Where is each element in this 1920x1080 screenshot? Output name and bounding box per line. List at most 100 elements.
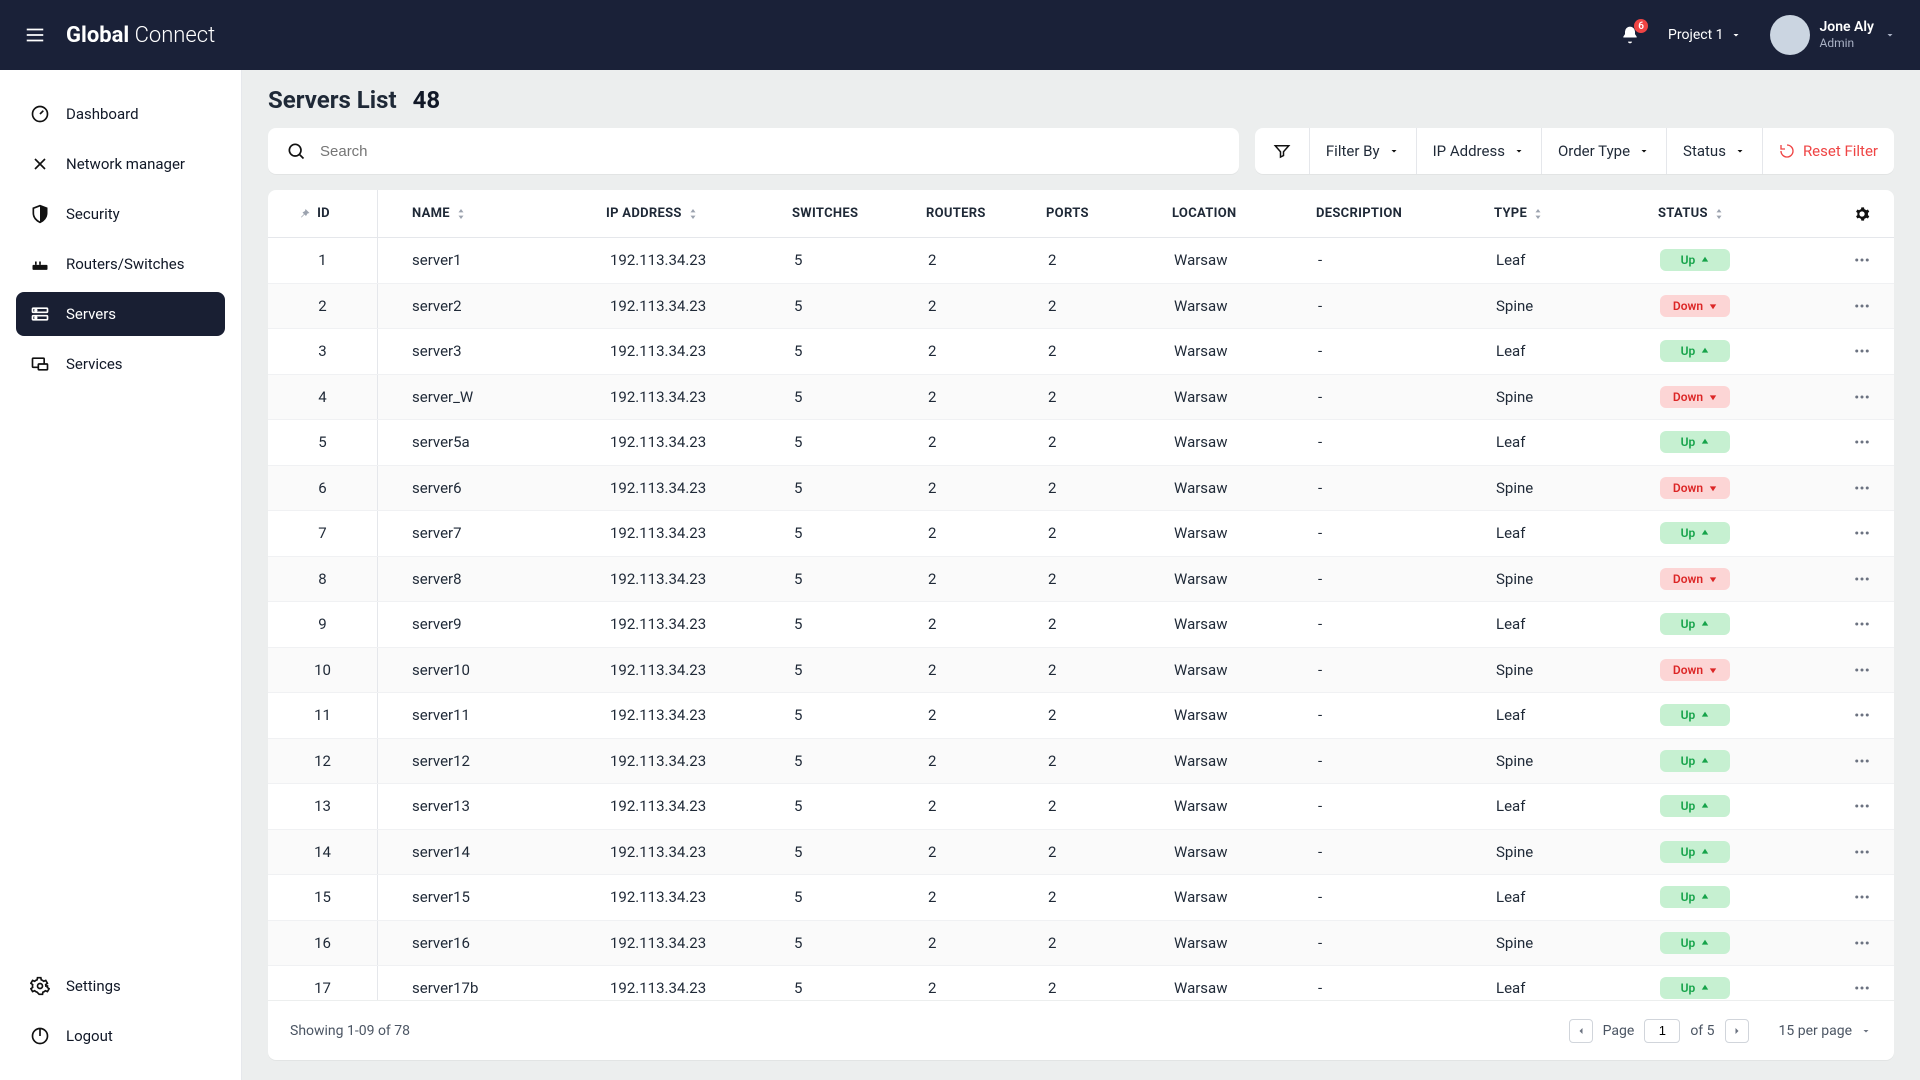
table-row[interactable]: 4server_W192.113.34.23522Warsaw-SpineDow… (268, 375, 1894, 421)
prev-page-button[interactable] (1569, 1019, 1593, 1043)
cell-id: 2 (268, 284, 378, 329)
cell-ports: 2 (1046, 479, 1172, 497)
status-selector[interactable]: Status (1667, 128, 1763, 174)
next-page-button[interactable] (1725, 1019, 1749, 1043)
sidebar-item-logout[interactable]: Logout (16, 1014, 225, 1058)
column-settings[interactable] (1828, 206, 1894, 222)
cell-type: Spine (1494, 570, 1658, 588)
sidebar-item-security[interactable]: Security (16, 192, 225, 236)
cell-location: Warsaw (1172, 888, 1316, 906)
sidebar-item-network-manager[interactable]: Network manager (16, 142, 225, 186)
cell-routers: 2 (926, 661, 1046, 679)
table-row[interactable]: 5server5a192.113.34.23522Warsaw-LeafUp (268, 420, 1894, 466)
table-row[interactable]: 16server16192.113.34.23522Warsaw-SpineUp (268, 921, 1894, 967)
search-box[interactable] (268, 128, 1239, 174)
table-row[interactable]: 9server9192.113.34.23522Warsaw-LeafUp (268, 602, 1894, 648)
column-routers[interactable]: ROUTERS (926, 206, 1046, 221)
table-row[interactable]: 1server1192.113.34.23522Warsaw-LeafUp (268, 238, 1894, 284)
more-icon (1853, 524, 1871, 542)
column-ip[interactable]: IP ADDRESS (606, 206, 792, 221)
row-actions-button[interactable] (1828, 433, 1894, 451)
cell-name: server8 (378, 570, 606, 588)
status-badge: Up (1660, 613, 1730, 635)
row-actions-button[interactable] (1828, 661, 1894, 679)
status-badge: Down (1660, 295, 1730, 317)
table-row[interactable]: 7server7192.113.34.23522Warsaw-LeafUp (268, 511, 1894, 557)
cell-status: Down (1658, 295, 1828, 317)
column-switches[interactable]: SWITCHES (792, 206, 926, 221)
table-row[interactable]: 2server2192.113.34.23522Warsaw-SpineDown (268, 284, 1894, 330)
table-row[interactable]: 11server11192.113.34.23522Warsaw-LeafUp (268, 693, 1894, 739)
cell-description: - (1316, 979, 1494, 997)
row-actions-button[interactable] (1828, 570, 1894, 588)
page-input[interactable] (1644, 1019, 1680, 1043)
row-actions-button[interactable] (1828, 797, 1894, 815)
cell-routers: 2 (926, 843, 1046, 861)
table-row[interactable]: 13server13192.113.34.23522Warsaw-LeafUp (268, 784, 1894, 830)
column-description[interactable]: DESCRIPTION (1316, 206, 1494, 221)
chevron-down-icon (1388, 145, 1400, 157)
hamburger-menu-icon[interactable] (24, 24, 46, 46)
ip-address-selector[interactable]: IP Address (1417, 128, 1542, 174)
row-actions-button[interactable] (1828, 934, 1894, 952)
column-name[interactable]: NAME (378, 206, 606, 221)
cell-routers: 2 (926, 570, 1046, 588)
sidebar-item-dashboard[interactable]: Dashboard (16, 92, 225, 136)
search-input[interactable] (320, 143, 1221, 160)
more-icon (1853, 433, 1871, 451)
row-actions-button[interactable] (1828, 388, 1894, 406)
table-row[interactable]: 15server15192.113.34.23522Warsaw-LeafUp (268, 875, 1894, 921)
row-actions-button[interactable] (1828, 615, 1894, 633)
row-actions-button[interactable] (1828, 706, 1894, 724)
row-actions-button[interactable] (1828, 297, 1894, 315)
filter-by-selector[interactable]: Filter By (1310, 128, 1417, 174)
notifications-button[interactable]: 6 (1620, 25, 1640, 45)
row-actions-button[interactable] (1828, 843, 1894, 861)
cell-location: Warsaw (1172, 752, 1316, 770)
row-actions-button[interactable] (1828, 251, 1894, 269)
row-actions-button[interactable] (1828, 979, 1894, 997)
project-selector[interactable]: Project 1 (1668, 27, 1741, 43)
order-type-selector[interactable]: Order Type (1542, 128, 1667, 174)
table-row[interactable]: 17server17b192.113.34.23522Warsaw-LeafUp (268, 966, 1894, 1000)
table-row[interactable]: 3server3192.113.34.23522Warsaw-LeafUp (268, 329, 1894, 375)
table-row[interactable]: 14server14192.113.34.23522Warsaw-SpineUp (268, 830, 1894, 876)
row-actions-button[interactable] (1828, 479, 1894, 497)
sidebar-item-services[interactable]: Services (16, 342, 225, 386)
column-id[interactable]: ID (268, 190, 378, 237)
cell-description: - (1316, 524, 1494, 542)
row-actions-button[interactable] (1828, 888, 1894, 906)
page-title: Servers List (268, 86, 397, 114)
table-row[interactable]: 12server12192.113.34.23522Warsaw-SpineUp (268, 739, 1894, 785)
status-badge: Up (1660, 750, 1730, 772)
page-title-row: Servers List 48 (268, 86, 1894, 114)
user-menu[interactable]: Jone Aly Admin (1770, 15, 1897, 55)
filter-icon-button[interactable] (1255, 128, 1310, 174)
reset-filter-button[interactable]: Reset Filter (1763, 128, 1894, 174)
cell-name: server1 (378, 251, 606, 269)
column-type[interactable]: TYPE (1494, 206, 1658, 221)
row-actions-button[interactable] (1828, 752, 1894, 770)
perpage-selector[interactable]: 15 per page (1779, 1023, 1872, 1039)
table-row[interactable]: 6server6192.113.34.23522Warsaw-SpineDown (268, 466, 1894, 512)
column-location[interactable]: LOCATION (1172, 206, 1316, 221)
cell-ip: 192.113.34.23 (606, 706, 792, 724)
status-badge: Down (1660, 477, 1730, 499)
cell-location: Warsaw (1172, 661, 1316, 679)
row-actions-button[interactable] (1828, 524, 1894, 542)
table-row[interactable]: 8server8192.113.34.23522Warsaw-SpineDown (268, 557, 1894, 603)
more-icon (1853, 570, 1871, 588)
sidebar-item-routers-switches[interactable]: Routers/Switches (16, 242, 225, 286)
column-ports[interactable]: PORTS (1046, 206, 1172, 221)
cell-ip: 192.113.34.23 (606, 479, 792, 497)
status-badge: Up (1660, 340, 1730, 362)
table-row[interactable]: 10server10192.113.34.23522Warsaw-SpineDo… (268, 648, 1894, 694)
sidebar-item-settings[interactable]: Settings (16, 964, 225, 1008)
filter-by-label: Filter By (1326, 142, 1380, 160)
column-status[interactable]: STATUS (1658, 206, 1828, 221)
row-actions-button[interactable] (1828, 342, 1894, 360)
cell-location: Warsaw (1172, 615, 1316, 633)
user-text: Jone Aly Admin (1820, 19, 1875, 50)
sidebar-item-servers[interactable]: Servers (16, 292, 225, 336)
cell-ip: 192.113.34.23 (606, 433, 792, 451)
